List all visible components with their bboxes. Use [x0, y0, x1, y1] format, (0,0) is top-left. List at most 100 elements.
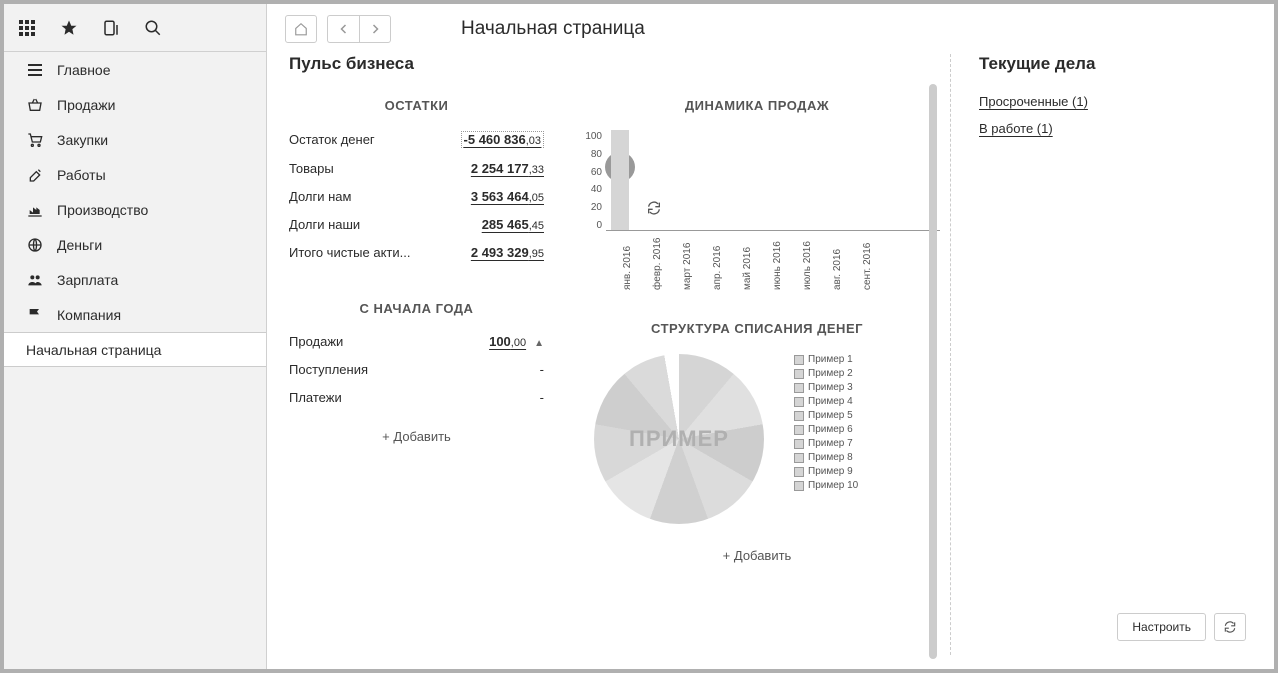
legend-swatch	[794, 383, 804, 393]
legend-item[interactable]: Пример 8	[794, 452, 858, 463]
star-icon[interactable]	[58, 17, 80, 39]
page-title: Начальная страница	[461, 18, 645, 40]
legend-item[interactable]: Пример 10	[794, 480, 858, 491]
pie-watermark: ПРИМЕР	[629, 426, 729, 452]
chart-x-label: сент. 2016	[862, 260, 873, 290]
sidebar-item-sales[interactable]: Продажи	[4, 87, 266, 122]
flag-icon	[26, 306, 44, 324]
sidebar-item-salary[interactable]: Зарплата	[4, 262, 266, 297]
nav-label: Деньги	[57, 237, 102, 253]
sidebar-item-purchases[interactable]: Закупки	[4, 122, 266, 157]
balance-value[interactable]: 285 465,45	[482, 217, 544, 232]
search-icon[interactable]	[142, 17, 164, 39]
nav-label: Закупки	[57, 132, 108, 148]
legend-item[interactable]: Пример 7	[794, 438, 858, 449]
legend-item[interactable]: Пример 5	[794, 410, 858, 421]
balances-header: ОСТАТКИ	[289, 98, 544, 113]
legend-swatch	[794, 453, 804, 463]
legend-label: Пример 8	[808, 452, 853, 463]
task-link[interactable]: Просроченные (1)	[979, 94, 1260, 109]
pie-chart-header: СТРУКТУРА СПИСАНИЯ ДЕНЕГ	[574, 321, 940, 336]
task-link[interactable]: В работе (1)	[979, 121, 1260, 136]
balance-value[interactable]: 3 563 464,05	[471, 189, 544, 204]
arrow-up-icon: ▲	[534, 338, 544, 349]
ytd-value: -	[540, 390, 544, 405]
legend-label: Пример 6	[808, 424, 853, 435]
balance-value[interactable]: -5 460 836,03	[461, 131, 544, 148]
configure-button[interactable]: Настроить	[1117, 613, 1206, 641]
chart-x-label: май 2016	[742, 260, 753, 290]
nav-label: Продажи	[57, 97, 115, 113]
ytd-row: Поступления -	[289, 362, 544, 377]
pulse-title: Пульс бизнеса	[289, 54, 940, 74]
balance-label: Остаток денег	[289, 132, 375, 147]
refresh-tasks-button[interactable]	[1214, 613, 1246, 641]
basket-icon	[26, 96, 44, 114]
pulse-panel: Пульс бизнеса + ОСТАТКИ Остаток денег-5 …	[289, 54, 950, 655]
legend-swatch	[794, 481, 804, 491]
legend-label: Пример 2	[808, 368, 853, 379]
legend-item[interactable]: Пример 2	[794, 368, 858, 379]
ytd-row: Платежи-	[289, 390, 544, 405]
legend-label: Пример 3	[808, 382, 853, 393]
sidebar-item-production[interactable]: Производство	[4, 192, 266, 227]
legend-swatch	[794, 439, 804, 449]
chart-bar	[611, 130, 629, 230]
pie-add-link[interactable]: + Добавить	[574, 548, 940, 563]
ytd-label: Поступления	[289, 362, 368, 377]
forward-button[interactable]	[359, 15, 391, 43]
nav-label: Главное	[57, 62, 111, 78]
sidebar-item-works[interactable]: Работы	[4, 157, 266, 192]
history-icon[interactable]	[100, 17, 122, 39]
nav-label: Начальная страница	[26, 342, 161, 358]
ytd-value: -	[540, 362, 544, 377]
legend-swatch	[794, 397, 804, 407]
legend-item[interactable]: Пример 3	[794, 382, 858, 393]
legend-item[interactable]: Пример 9	[794, 466, 858, 477]
sidebar-item-home[interactable]: Начальная страница	[4, 332, 266, 367]
nav-list: Главное Продажи Закупки Работы Производс…	[4, 52, 266, 669]
ytd-add-link[interactable]: + Добавить	[289, 429, 544, 444]
chart-x-label: янв. 2016	[622, 260, 633, 290]
balance-value[interactable]: 2 493 329,95	[471, 245, 544, 260]
legend-item[interactable]: Пример 4	[794, 396, 858, 407]
nav-label: Производство	[57, 202, 148, 218]
sales-chart-header: ДИНАМИКА ПРОДАЖ	[574, 98, 940, 113]
ytd-label: Продажи	[289, 334, 343, 349]
sidebar-item-company[interactable]: Компания	[4, 297, 266, 332]
ytd-row: Продажи 100,00 ▲	[289, 334, 544, 349]
legend-label: Пример 1	[808, 354, 853, 365]
balance-row: Долги наши 285 465,45	[289, 217, 544, 232]
globe-icon	[26, 236, 44, 254]
legend-label: Пример 10	[808, 480, 858, 491]
home-button[interactable]	[285, 15, 317, 43]
legend-item[interactable]: Пример 1	[794, 354, 858, 365]
balance-row: Долги нам 3 563 464,05	[289, 189, 544, 204]
legend-label: Пример 5	[808, 410, 853, 421]
balance-value[interactable]: 2 254 177,33	[471, 161, 544, 176]
pie-legend: Пример 1 Пример 2 Пример 3 Пример 4 Пример 5…	[794, 354, 858, 524]
balance-label: Долги нам	[289, 189, 351, 204]
scrollbar[interactable]	[929, 84, 937, 659]
chart-x-label: июнь 2016	[772, 260, 783, 290]
balance-label: Долги наши	[289, 217, 360, 232]
ytd-value[interactable]: 100,00	[489, 334, 526, 349]
pie-chart: ПРИМЕР	[594, 354, 764, 524]
chart-x-label: февр. 2016	[652, 260, 663, 290]
back-button[interactable]	[327, 15, 359, 43]
ytd-header: С НАЧАЛА ГОДА	[289, 301, 544, 316]
balance-label: Итого чистые акти...	[289, 245, 410, 260]
sidebar: Главное Продажи Закупки Работы Производс…	[4, 4, 267, 669]
legend-swatch	[794, 355, 804, 365]
people-icon	[26, 271, 44, 289]
sidebar-item-main[interactable]: Главное	[4, 52, 266, 87]
balance-label: Товары	[289, 161, 334, 176]
factory-icon	[26, 201, 44, 219]
sidebar-item-money[interactable]: Деньги	[4, 227, 266, 262]
balance-row: Остаток денег -5 460 836,03	[289, 131, 544, 148]
legend-item[interactable]: Пример 6	[794, 424, 858, 435]
menu-icon	[26, 61, 44, 79]
tasks-panel: Текущие дела Просроченные (1)В работе (1…	[950, 54, 1260, 655]
nav-label: Компания	[57, 307, 121, 323]
apps-icon[interactable]	[16, 17, 38, 39]
